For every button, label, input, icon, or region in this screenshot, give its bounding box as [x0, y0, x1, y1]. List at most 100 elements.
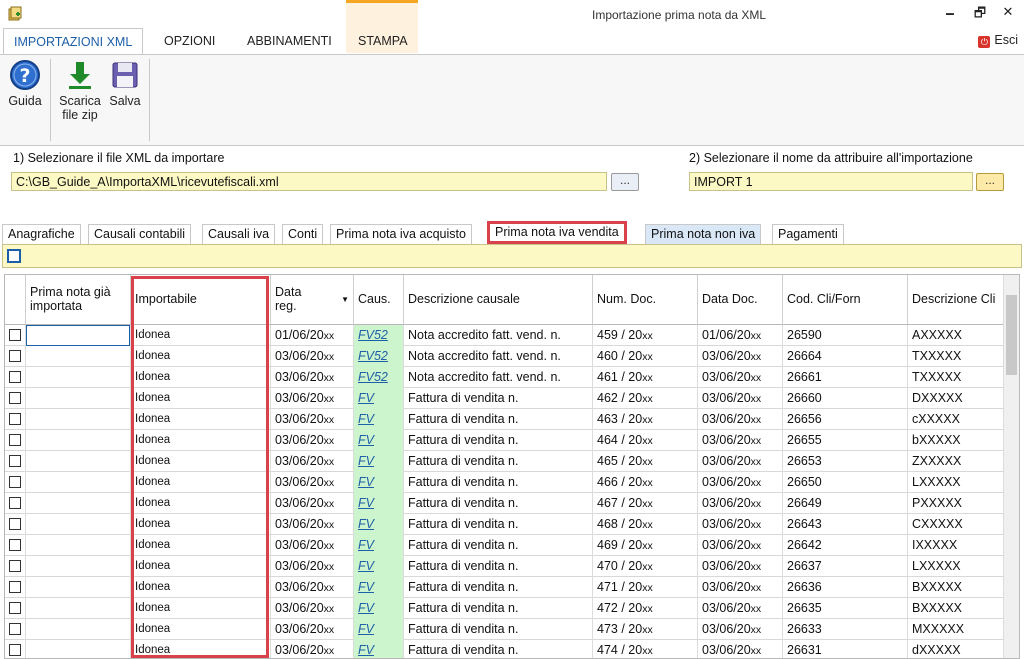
header-descrizione-causale[interactable]: Descrizione causale: [404, 275, 593, 325]
caus-cell[interactable]: FV52: [354, 325, 404, 346]
header-data-doc[interactable]: Data Doc.: [698, 275, 783, 325]
row-checkbox[interactable]: [9, 434, 21, 446]
num-doc-cell[interactable]: 465 / 20xx: [593, 451, 698, 472]
num-doc-cell[interactable]: 469 / 20xx: [593, 535, 698, 556]
tab-abbinamenti[interactable]: ABBINAMENTI: [237, 28, 342, 54]
tab-prima-nota-non-iva[interactable]: Prima nota non iva: [645, 224, 762, 244]
data-reg-cell[interactable]: 03/06/20xx: [271, 619, 354, 640]
causale-link[interactable]: FV: [358, 538, 374, 552]
tab-opzioni[interactable]: OPZIONI: [154, 28, 225, 54]
descrizione-cli-cell[interactable]: cXXXXX: [908, 409, 1005, 430]
prima-nota-cell[interactable]: [26, 472, 131, 493]
table-row[interactable]: Idonea 03/06/20xx FV Fattura di vendita n. 4…: [5, 472, 1005, 493]
cod-cli-forn-cell[interactable]: 26631: [783, 640, 908, 658]
row-checkbox-cell[interactable]: [5, 556, 26, 577]
importabile-cell[interactable]: Idonea: [131, 388, 271, 409]
scrollbar-thumb[interactable]: [1006, 295, 1017, 375]
data-doc-cell[interactable]: 03/06/20xx: [698, 493, 783, 514]
header-num-doc[interactable]: Num. Doc.: [593, 275, 698, 325]
row-checkbox[interactable]: [9, 539, 21, 551]
data-doc-cell[interactable]: 03/06/20xx: [698, 346, 783, 367]
descrizione-causale-cell[interactable]: Nota accredito fatt. vend. n.: [404, 325, 593, 346]
row-checkbox[interactable]: [9, 455, 21, 467]
data-reg-cell[interactable]: 03/06/20xx: [271, 535, 354, 556]
data-doc-cell[interactable]: 03/06/20xx: [698, 430, 783, 451]
selected-cell[interactable]: [26, 325, 130, 346]
num-doc-cell[interactable]: 462 / 20xx: [593, 388, 698, 409]
causale-link[interactable]: FV: [358, 412, 374, 426]
table-row[interactable]: Idonea 03/06/20xx FV Fattura di vendita n. 4…: [5, 388, 1005, 409]
caus-cell[interactable]: FV: [354, 388, 404, 409]
data-reg-cell[interactable]: 03/06/20xx: [271, 409, 354, 430]
prima-nota-cell[interactable]: [26, 367, 131, 388]
causale-link[interactable]: FV: [358, 391, 374, 405]
num-doc-cell[interactable]: 471 / 20xx: [593, 577, 698, 598]
num-doc-cell[interactable]: 474 / 20xx: [593, 640, 698, 658]
caus-cell[interactable]: FV52: [354, 367, 404, 388]
causale-link[interactable]: FV: [358, 580, 374, 594]
row-checkbox-cell[interactable]: [5, 577, 26, 598]
importabile-cell[interactable]: Idonea: [131, 598, 271, 619]
prima-nota-cell[interactable]: [26, 514, 131, 535]
row-checkbox[interactable]: [9, 392, 21, 404]
row-checkbox-cell[interactable]: [5, 430, 26, 451]
causale-link[interactable]: FV52: [358, 328, 388, 342]
row-checkbox[interactable]: [9, 497, 21, 509]
caus-cell[interactable]: FV: [354, 472, 404, 493]
prima-nota-cell[interactable]: [26, 619, 131, 640]
caus-cell[interactable]: FV: [354, 514, 404, 535]
header-data-reg[interactable]: Data reg. ▼: [271, 275, 354, 325]
descrizione-cli-cell[interactable]: bXXXXX: [908, 430, 1005, 451]
num-doc-cell[interactable]: 473 / 20xx: [593, 619, 698, 640]
num-doc-cell[interactable]: 470 / 20xx: [593, 556, 698, 577]
descrizione-causale-cell[interactable]: Fattura di vendita n.: [404, 556, 593, 577]
importabile-cell[interactable]: Idonea: [131, 367, 271, 388]
descrizione-causale-cell[interactable]: Fattura di vendita n.: [404, 388, 593, 409]
cod-cli-forn-cell[interactable]: 26656: [783, 409, 908, 430]
descrizione-cli-cell[interactable]: MXXXXX: [908, 619, 1005, 640]
descrizione-causale-cell[interactable]: Fattura di vendita n.: [404, 577, 593, 598]
causale-link[interactable]: FV: [358, 433, 374, 447]
causale-link[interactable]: FV52: [358, 349, 388, 363]
vertical-scrollbar[interactable]: [1003, 275, 1019, 658]
row-checkbox-cell[interactable]: [5, 325, 26, 346]
data-doc-cell[interactable]: 03/06/20xx: [698, 514, 783, 535]
cod-cli-forn-cell[interactable]: 26653: [783, 451, 908, 472]
descrizione-causale-cell[interactable]: Fattura di vendita n.: [404, 493, 593, 514]
cod-cli-forn-cell[interactable]: 26660: [783, 388, 908, 409]
data-reg-cell[interactable]: 03/06/20xx: [271, 430, 354, 451]
row-checkbox-cell[interactable]: [5, 472, 26, 493]
table-row[interactable]: Idonea 03/06/20xx FV Fattura di vendita n. 4…: [5, 556, 1005, 577]
data-doc-cell[interactable]: 01/06/20xx: [698, 325, 783, 346]
caus-cell[interactable]: FV: [354, 409, 404, 430]
causale-link[interactable]: FV: [358, 643, 374, 657]
num-doc-cell[interactable]: 463 / 20xx: [593, 409, 698, 430]
row-checkbox-cell[interactable]: [5, 493, 26, 514]
row-checkbox-cell[interactable]: [5, 598, 26, 619]
data-doc-cell[interactable]: 03/06/20xx: [698, 451, 783, 472]
num-doc-cell[interactable]: 464 / 20xx: [593, 430, 698, 451]
tab-causali-iva[interactable]: Causali iva: [202, 224, 276, 244]
descrizione-causale-cell[interactable]: Fattura di vendita n.: [404, 640, 593, 658]
descrizione-causale-cell[interactable]: Nota accredito fatt. vend. n.: [404, 346, 593, 367]
causale-link[interactable]: FV52: [358, 370, 388, 384]
data-reg-cell[interactable]: 03/06/20xx: [271, 346, 354, 367]
row-checkbox[interactable]: [9, 476, 21, 488]
cod-cli-forn-cell[interactable]: 26664: [783, 346, 908, 367]
restore-button[interactable]: 🗗: [970, 4, 990, 22]
tab-causali-contabili[interactable]: Causali contabili: [88, 224, 192, 244]
scarica-file-zip-button[interactable]: Scarica file zip: [56, 59, 104, 122]
guida-button[interactable]: ? Guida: [6, 59, 44, 108]
descrizione-cli-cell[interactable]: TXXXXX: [908, 367, 1005, 388]
cod-cli-forn-cell[interactable]: 26642: [783, 535, 908, 556]
prima-nota-cell[interactable]: [26, 577, 131, 598]
descrizione-causale-cell[interactable]: Fattura di vendita n.: [404, 451, 593, 472]
cod-cli-forn-cell[interactable]: 26661: [783, 367, 908, 388]
table-row[interactable]: Idonea 03/06/20xx FV Fattura di vendita n. 4…: [5, 619, 1005, 640]
data-doc-cell[interactable]: 03/06/20xx: [698, 388, 783, 409]
row-checkbox[interactable]: [9, 602, 21, 614]
header-descrizione-cli[interactable]: Descrizione Cli: [908, 275, 1005, 325]
tab-importazioni-xml[interactable]: IMPORTAZIONI XML: [3, 28, 144, 55]
cod-cli-forn-cell[interactable]: 26636: [783, 577, 908, 598]
prima-nota-cell[interactable]: [26, 598, 131, 619]
